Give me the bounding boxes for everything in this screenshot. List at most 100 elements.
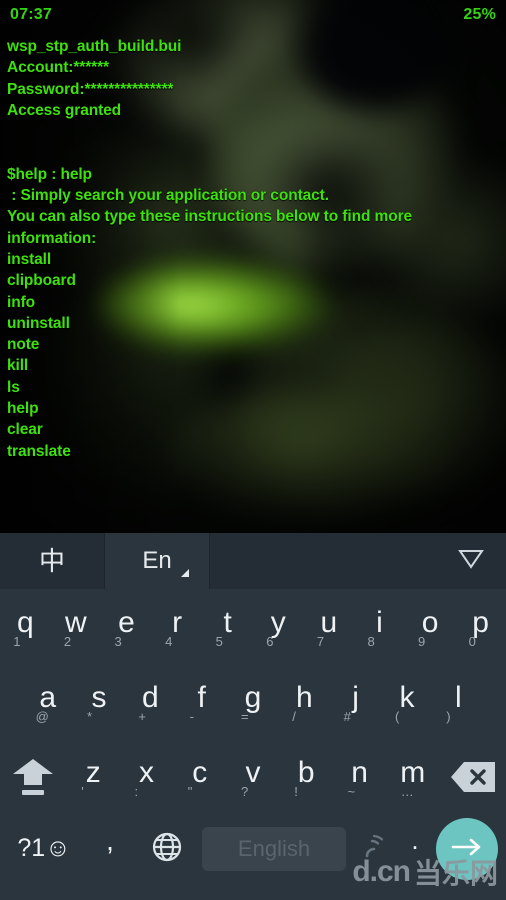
key-e[interactable]: e 3 (101, 592, 152, 662)
console-command-install: install (7, 250, 52, 268)
console-line: $help : help (7, 165, 92, 183)
key-v[interactable]: v ? (226, 742, 279, 812)
collapse-keyboard-button[interactable] (436, 533, 506, 589)
voice-input-key[interactable] (352, 834, 396, 865)
console-line: wsp_stp_auth_build.bui (7, 38, 182, 55)
key-q[interactable]: q 1 (0, 592, 51, 662)
key-subglyph: 1 (13, 633, 21, 649)
console-command-translate: translate (7, 442, 71, 460)
key-glyph: h (295, 680, 313, 714)
key-glyph: k (399, 680, 415, 714)
key-n[interactable]: n ~ (333, 742, 386, 812)
key-s[interactable]: s * (73, 667, 124, 737)
key-u[interactable]: u 7 (304, 592, 355, 662)
key-glyph: d (141, 680, 159, 714)
key-subglyph: ( (394, 708, 400, 724)
key-a[interactable]: a @ (22, 667, 73, 737)
terminal-screen: 07:37 25% wsp_stp_auth_build.bui Account… (0, 0, 506, 533)
console-command-info: info (7, 293, 36, 311)
console-line: You can also type these instructions bel… (7, 208, 413, 226)
key-w[interactable]: w 2 (51, 592, 102, 662)
keyboard-row-2: a @ s * d + f - g = h / j # k (l) (0, 664, 506, 739)
key-subglyph: # (343, 708, 351, 724)
key-o[interactable]: o 9 (405, 592, 456, 662)
key-subglyph: 0 (468, 633, 476, 649)
console-command-kill: kill (7, 357, 29, 375)
key-glyph: b (297, 755, 315, 789)
key-glyph: u (320, 605, 338, 639)
globe-icon (152, 832, 182, 867)
comma-key[interactable]: , (82, 827, 138, 863)
key-d[interactable]: d + (125, 667, 176, 737)
backspace-key[interactable] (439, 742, 506, 812)
keyboard-row-3: z ' x : c " v ? b ! n ~ m … (0, 739, 506, 814)
console-output: wsp_stp_auth_build.bui Account:****** Pa… (7, 36, 500, 462)
arrow-right-icon (450, 835, 484, 864)
key-b[interactable]: b ! (280, 742, 333, 812)
key-g[interactable]: g = (227, 667, 278, 737)
key-subglyph: + (138, 708, 146, 724)
key-l[interactable]: l ) (433, 667, 484, 737)
key-subglyph: ? (241, 783, 249, 799)
key-subglyph: ! (294, 783, 298, 799)
enter-key[interactable] (436, 818, 498, 880)
key-subglyph: … (400, 783, 414, 799)
key-r[interactable]: r 4 (152, 592, 203, 662)
key-p[interactable]: p 0 (455, 592, 506, 662)
key-i[interactable]: i 8 (354, 592, 405, 662)
key-glyph: s (91, 680, 107, 714)
key-m[interactable]: m … (386, 742, 439, 812)
key-glyph: r (172, 605, 183, 639)
key-subglyph: 5 (215, 633, 223, 649)
key-subglyph: 2 (63, 633, 72, 649)
tab-english-label: En (142, 547, 172, 574)
key-glyph: n (351, 755, 368, 789)
key-z[interactable]: z ' (67, 742, 120, 812)
key-glyph: j (352, 680, 359, 714)
shift-arrow-icon (13, 758, 54, 795)
symbols-key-label: ?1☺ (17, 833, 71, 862)
key-glyph: t (223, 605, 232, 639)
console-command-uninstall: uninstall (7, 314, 70, 332)
key-subglyph: = (240, 708, 249, 724)
status-battery: 25% (463, 6, 496, 23)
key-subglyph: ~ (347, 783, 356, 799)
key-f[interactable]: f - (176, 667, 227, 737)
key-glyph: a (39, 680, 56, 714)
key-glyph: o (421, 605, 439, 639)
console-line: information: (7, 229, 97, 247)
key-glyph: v (245, 755, 261, 789)
key-glyph: m (400, 755, 426, 789)
keyboard-row-1: q 1 w 2 e 3 r 4 t 5 y 6 u 7 i 8 o 9 p 0 (0, 589, 506, 664)
keyboard-row-4: ?1☺ , English . (0, 814, 506, 884)
period-key[interactable]: . (396, 827, 434, 862)
tab-chinese[interactable]: 中 (0, 533, 105, 589)
symbols-key[interactable]: ?1☺ (6, 833, 82, 862)
key-y[interactable]: y 6 (253, 592, 304, 662)
console-command-note: note (7, 336, 40, 354)
soft-keyboard: 中 En q 1 w 2 e 3 r 4 t 5 y 6 u 7 i 8 o 9… (0, 533, 506, 900)
language-switch-key[interactable] (138, 832, 196, 867)
key-subglyph: @ (35, 708, 49, 724)
key-k[interactable]: k ( (381, 667, 432, 737)
key-subglyph: 7 (316, 633, 325, 649)
console-line: Access granted (7, 101, 122, 119)
console-line: : Simply search your application or cont… (7, 187, 329, 205)
period-key-label: . (411, 825, 419, 855)
key-j[interactable]: j # (330, 667, 381, 737)
comma-key-label: , (106, 825, 114, 856)
tab-english[interactable]: En (105, 533, 210, 589)
space-key[interactable]: English (202, 827, 346, 871)
key-h[interactable]: h / (279, 667, 330, 737)
key-x[interactable]: x : (120, 742, 173, 812)
shift-key[interactable] (0, 742, 67, 812)
key-subglyph: 8 (367, 633, 375, 649)
key-subglyph: 9 (418, 633, 426, 649)
key-c[interactable]: c " (173, 742, 226, 812)
backspace-icon (450, 761, 495, 792)
status-bar: 07:37 25% (0, 0, 506, 30)
key-t[interactable]: t 5 (202, 592, 253, 662)
